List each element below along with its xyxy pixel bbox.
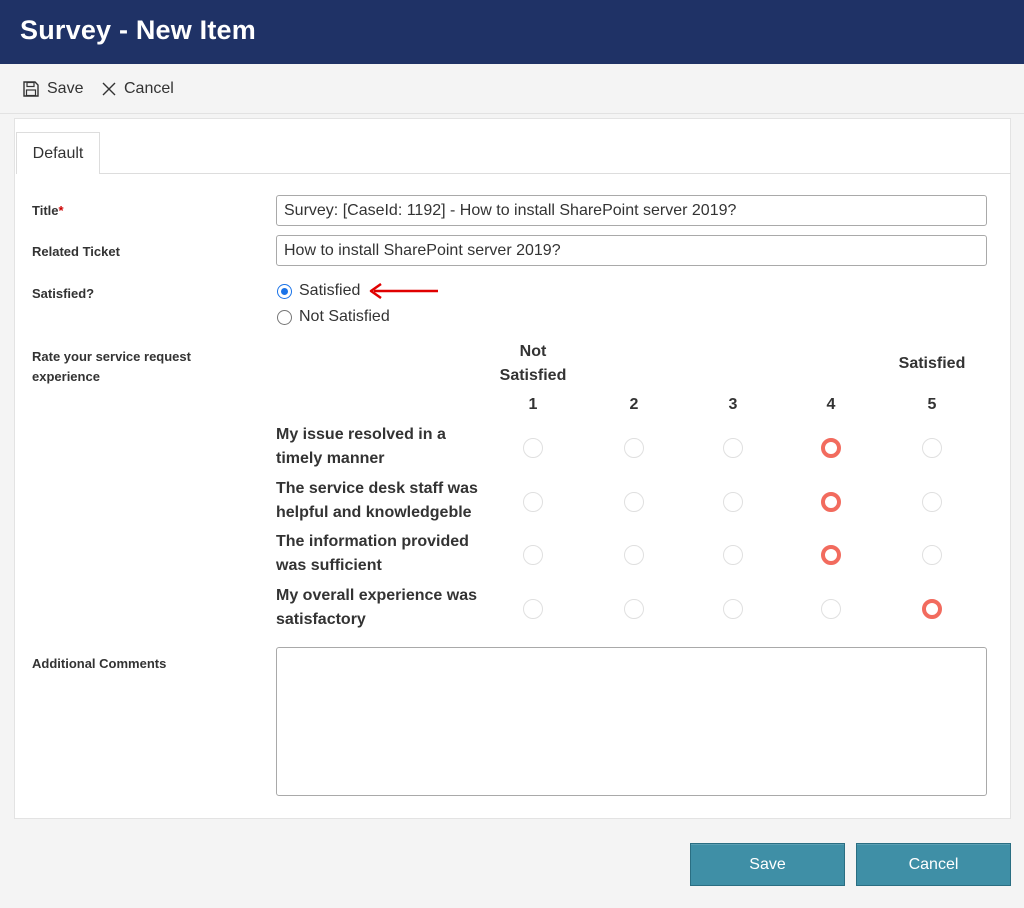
rating-radio-q1-2[interactable] xyxy=(624,438,644,458)
rating-radio-q4-5[interactable] xyxy=(922,599,942,619)
rating-radio-q1-3[interactable] xyxy=(723,438,743,458)
question-1-line2: timely manner xyxy=(276,450,385,467)
related-ticket-label: Related Ticket xyxy=(32,244,120,259)
column-header-5: 5 xyxy=(927,396,937,413)
question-4-line2: satisfactory xyxy=(276,611,366,628)
rating-radio-q4-3[interactable] xyxy=(723,599,743,619)
title-input[interactable]: Survey: [CaseId: 1192] - How to install … xyxy=(276,195,987,226)
question-1: My issue resolved in a timely manner xyxy=(276,423,496,471)
floppy-disk-icon xyxy=(23,81,39,97)
rating-radio-q2-5[interactable] xyxy=(922,492,942,512)
radio-satisfied-button[interactable] xyxy=(277,283,292,299)
question-2-line1: The service desk staff was xyxy=(276,480,478,497)
tab-default[interactable]: Default xyxy=(16,132,100,174)
column-header-3: 3 xyxy=(728,396,738,413)
cancel-button[interactable]: Cancel xyxy=(856,843,1011,886)
red-arrow-icon xyxy=(369,283,438,299)
rating-radio-q2-4[interactable] xyxy=(821,492,841,512)
column-header-4: 4 xyxy=(826,396,836,413)
rating-radio-q1-5[interactable] xyxy=(922,438,942,458)
radio-not-satisfied-label: Not Satisfied xyxy=(299,308,390,325)
title-field-label: Title* xyxy=(32,201,64,221)
question-3: The information provided was sufficient xyxy=(276,530,496,578)
radio-not-satisfied[interactable]: Not Satisfied xyxy=(277,308,390,326)
rate-label-line2: experience xyxy=(32,369,100,384)
save-button[interactable]: Save xyxy=(690,843,845,886)
toolbar: Save Cancel xyxy=(0,64,1024,114)
rating-radio-q4-1[interactable] xyxy=(523,599,543,619)
rating-radio-q4-2[interactable] xyxy=(624,599,644,619)
scale-high-label: Satisfied xyxy=(898,355,966,372)
radio-satisfied[interactable]: Satisfied xyxy=(277,282,360,300)
rate-label-line1: Rate your service request xyxy=(32,349,191,364)
title-label-text: Title xyxy=(32,203,59,218)
tab-divider xyxy=(100,173,1011,174)
question-4-line1: My overall experience was xyxy=(276,587,477,604)
rate-label: Rate your service request experience xyxy=(32,347,191,387)
rating-radio-q3-3[interactable] xyxy=(723,545,743,565)
question-1-line1: My issue resolved in a xyxy=(276,426,446,443)
rating-radio-q2-1[interactable] xyxy=(523,492,543,512)
scale-low-label: Not Satisfied xyxy=(493,340,573,388)
rating-radio-q1-4[interactable] xyxy=(821,438,841,458)
rating-radio-q4-4[interactable] xyxy=(821,599,841,619)
rating-radio-q3-4[interactable] xyxy=(821,545,841,565)
toolbar-save-label: Save xyxy=(47,80,84,97)
comments-textarea[interactable] xyxy=(276,647,987,796)
page-title: Survey - New Item xyxy=(20,15,256,45)
rating-radio-q2-2[interactable] xyxy=(624,492,644,512)
toolbar-save-button[interactable]: Save xyxy=(22,77,83,101)
radio-not-satisfied-button[interactable] xyxy=(277,309,292,325)
question-4: My overall experience was satisfactory xyxy=(276,584,496,632)
rating-radio-q3-1[interactable] xyxy=(523,545,543,565)
comments-label: Additional Comments xyxy=(32,656,167,671)
question-3-line2: was sufficient xyxy=(276,557,382,574)
question-3-line1: The information provided xyxy=(276,533,469,550)
toolbar-cancel-label: Cancel xyxy=(124,80,174,97)
question-2: The service desk staff was helpful and k… xyxy=(276,477,496,525)
rating-radio-q2-3[interactable] xyxy=(723,492,743,512)
close-icon xyxy=(102,82,116,96)
related-ticket-input[interactable]: How to install SharePoint server 2019? xyxy=(276,235,987,266)
radio-satisfied-label: Satisfied xyxy=(299,282,361,299)
rating-radio-q1-1[interactable] xyxy=(523,438,543,458)
satisfied-label: Satisfied? xyxy=(32,286,95,301)
column-header-2: 2 xyxy=(629,396,639,413)
column-header-1: 1 xyxy=(528,396,538,413)
toolbar-cancel-button[interactable]: Cancel xyxy=(101,77,174,101)
rating-radio-q3-5[interactable] xyxy=(922,545,942,565)
rating-radio-q3-2[interactable] xyxy=(624,545,644,565)
page-header: Survey - New Item xyxy=(0,0,1024,64)
question-2-line2: helpful and knowledgeble xyxy=(276,504,472,521)
required-marker: * xyxy=(58,203,64,218)
scale-low-line2: Satisfied xyxy=(499,367,567,384)
scale-low-line1: Not xyxy=(519,343,547,360)
